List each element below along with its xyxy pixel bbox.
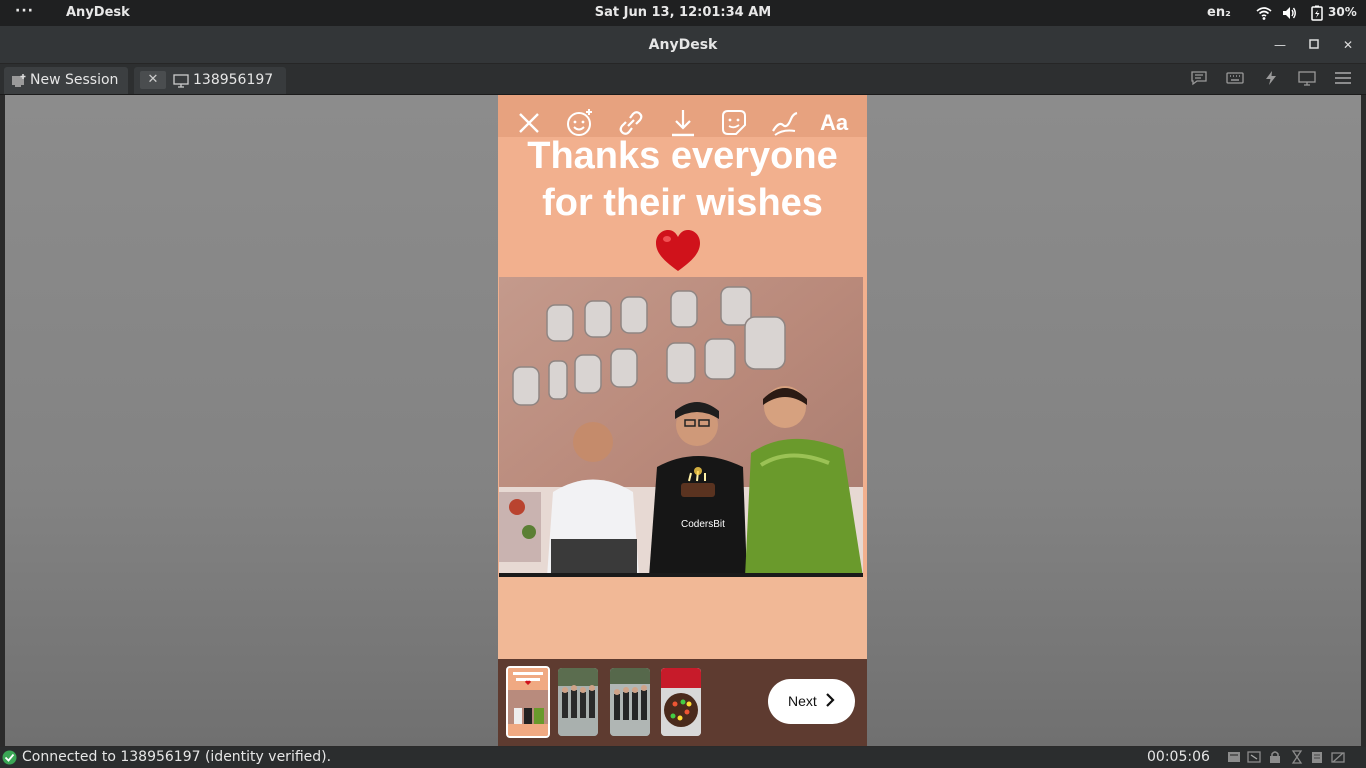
lock-icon[interactable]: [1268, 750, 1282, 764]
window-title: AnyDesk: [648, 37, 718, 53]
thumbnail-3[interactable]: [610, 668, 650, 736]
story-background-bottom: [498, 577, 867, 659]
status-bar: Connected to 138956197 (identity verifie…: [0, 747, 1366, 768]
thumbnail-image: [610, 668, 650, 736]
tab-remote-session[interactable]: ✕ 138956197: [134, 67, 286, 94]
window-title-bar: AnyDesk — ✕: [0, 26, 1366, 64]
tab-new-session[interactable]: New Session: [4, 67, 128, 94]
menu-icon[interactable]: [1334, 70, 1352, 86]
battery-icon[interactable]: [1309, 5, 1325, 21]
battery-percent: 30%: [1328, 5, 1357, 19]
thumbnail-image: [558, 668, 598, 736]
thumbnail-4[interactable]: [661, 668, 701, 736]
story-thumbnail-tray: Next: [498, 659, 867, 746]
photo-image: CodersBit: [499, 277, 863, 577]
maximize-button[interactable]: [1306, 37, 1322, 53]
keyboard-language[interactable]: en₂: [1207, 5, 1231, 20]
thumbnail-2[interactable]: [558, 668, 598, 736]
system-top-bar: ··· AnyDesk Sat Jun 13, 12:01:34 AM en₂ …: [0, 0, 1366, 26]
next-button[interactable]: Next: [768, 679, 855, 724]
input-permission-icon[interactable]: [1247, 750, 1261, 764]
connection-status-text: Connected to 138956197 (identity verifie…: [22, 749, 332, 765]
tab-label: 138956197: [193, 72, 274, 88]
hourglass-icon[interactable]: [1290, 750, 1304, 764]
thumbnail-image: [661, 668, 701, 736]
display-icon[interactable]: [1298, 70, 1316, 86]
tab-label: New Session: [30, 72, 119, 88]
story-caption[interactable]: Thanks everyone for their wishes: [498, 133, 867, 227]
monitor-icon: [173, 74, 189, 88]
thumbnail-1-selected[interactable]: [506, 666, 550, 738]
thumbnail-image: [508, 668, 548, 736]
keyboard-icon[interactable]: [1226, 70, 1244, 86]
recording-icon[interactable]: [1331, 750, 1345, 764]
heart-emoji-icon[interactable]: [654, 227, 702, 275]
verified-check-icon: [2, 750, 17, 765]
new-session-icon: [12, 74, 26, 87]
remote-phone-screen[interactable]: Aa Thanks everyone for their wishes Code…: [498, 95, 867, 746]
system-clock[interactable]: Sat Jun 13, 12:01:34 AM: [0, 5, 1366, 20]
story-caption-line2: for their wishes: [542, 182, 823, 224]
maximize-icon: [1309, 39, 1319, 49]
story-caption-line1: Thanks everyone: [527, 135, 838, 177]
close-tab-button[interactable]: ✕: [140, 71, 166, 89]
chevron-right-icon: [826, 693, 835, 707]
session-tab-bar: New Session ✕ 138956197: [0, 64, 1366, 95]
actions-icon[interactable]: [1262, 70, 1280, 86]
minimize-button[interactable]: —: [1272, 37, 1288, 53]
chat-icon[interactable]: [1190, 70, 1208, 86]
close-window-button[interactable]: ✕: [1340, 37, 1356, 53]
wifi-icon[interactable]: [1256, 5, 1272, 21]
session-timer: 00:05:06: [1147, 749, 1210, 765]
volume-icon[interactable]: [1281, 5, 1297, 21]
next-button-label: Next: [788, 693, 817, 709]
birthday-photo[interactable]: CodersBit: [499, 277, 863, 577]
clipboard-icon[interactable]: [1310, 750, 1324, 764]
shirt-text: CodersBit: [681, 519, 725, 530]
audio-permission-icon[interactable]: [1227, 750, 1241, 764]
